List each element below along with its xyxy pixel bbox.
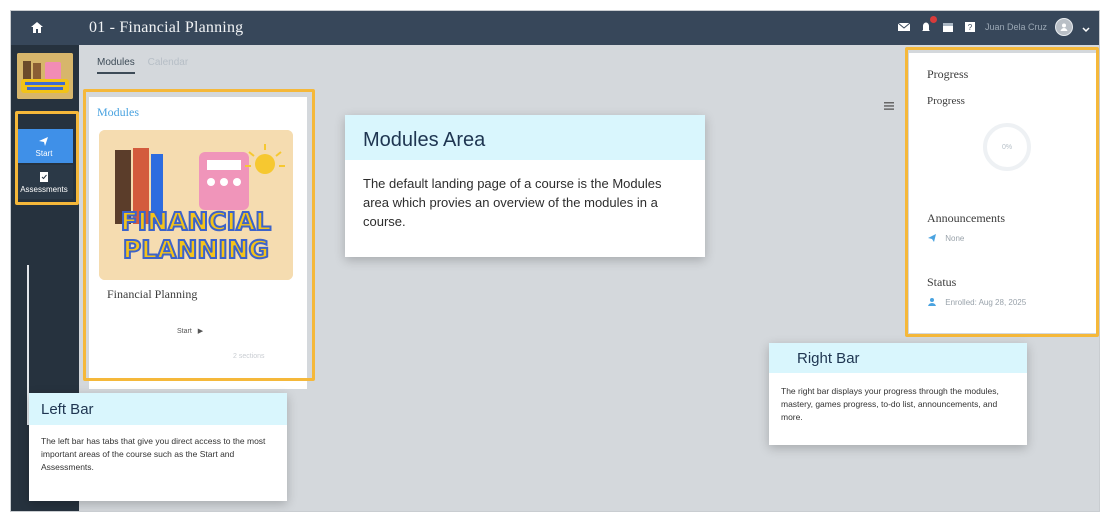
- right-bar-callout: Right Bar The right bar displays your pr…: [769, 343, 1027, 445]
- callout-body: The right bar displays your progress thr…: [781, 386, 999, 422]
- home-icon[interactable]: [29, 20, 45, 36]
- tab-calendar[interactable]: Calendar: [148, 57, 189, 68]
- left-bar-callout: Left Bar The left bar has tabs that give…: [29, 393, 287, 501]
- help-icon[interactable]: ?: [963, 20, 977, 34]
- callout-body: The default landing page of a course is …: [363, 176, 662, 229]
- username[interactable]: Juan Dela Cruz: [985, 22, 1047, 32]
- avatar-icon[interactable]: [1055, 18, 1073, 36]
- chevron-down-icon[interactable]: [1081, 22, 1091, 33]
- main-tabs: Modules Calendar: [97, 57, 198, 74]
- callout-title: Left Bar: [29, 393, 287, 425]
- top-navigation-bar: 01 - Financial Planning ? Juan Dela Cruz: [11, 11, 1099, 45]
- notification-badge: [929, 16, 937, 23]
- callout-title: Right Bar: [769, 343, 1027, 373]
- course-thumbnail[interactable]: [17, 53, 73, 99]
- modules-area-callout: Modules Area The default landing page of…: [345, 115, 705, 257]
- right-bar-highlight: [905, 47, 1099, 337]
- callout-body: The left bar has tabs that give you dire…: [41, 436, 266, 472]
- mail-icon[interactable]: [897, 20, 911, 34]
- modules-area-highlight: [83, 89, 315, 381]
- tab-modules[interactable]: Modules: [97, 57, 135, 74]
- course-title: 01 - Financial Planning: [89, 19, 244, 36]
- list-view-icon[interactable]: [883, 99, 895, 111]
- top-right-tools: ? Juan Dela Cruz: [897, 16, 1091, 36]
- calendar-icon[interactable]: [941, 20, 955, 34]
- app-screen: 01 - Financial Planning ? Juan Dela Cruz: [10, 10, 1100, 512]
- notification-icon[interactable]: [919, 16, 937, 34]
- left-bar-highlight: [15, 111, 79, 205]
- svg-text:?: ?: [968, 23, 973, 32]
- callout-title: Modules Area: [345, 115, 705, 160]
